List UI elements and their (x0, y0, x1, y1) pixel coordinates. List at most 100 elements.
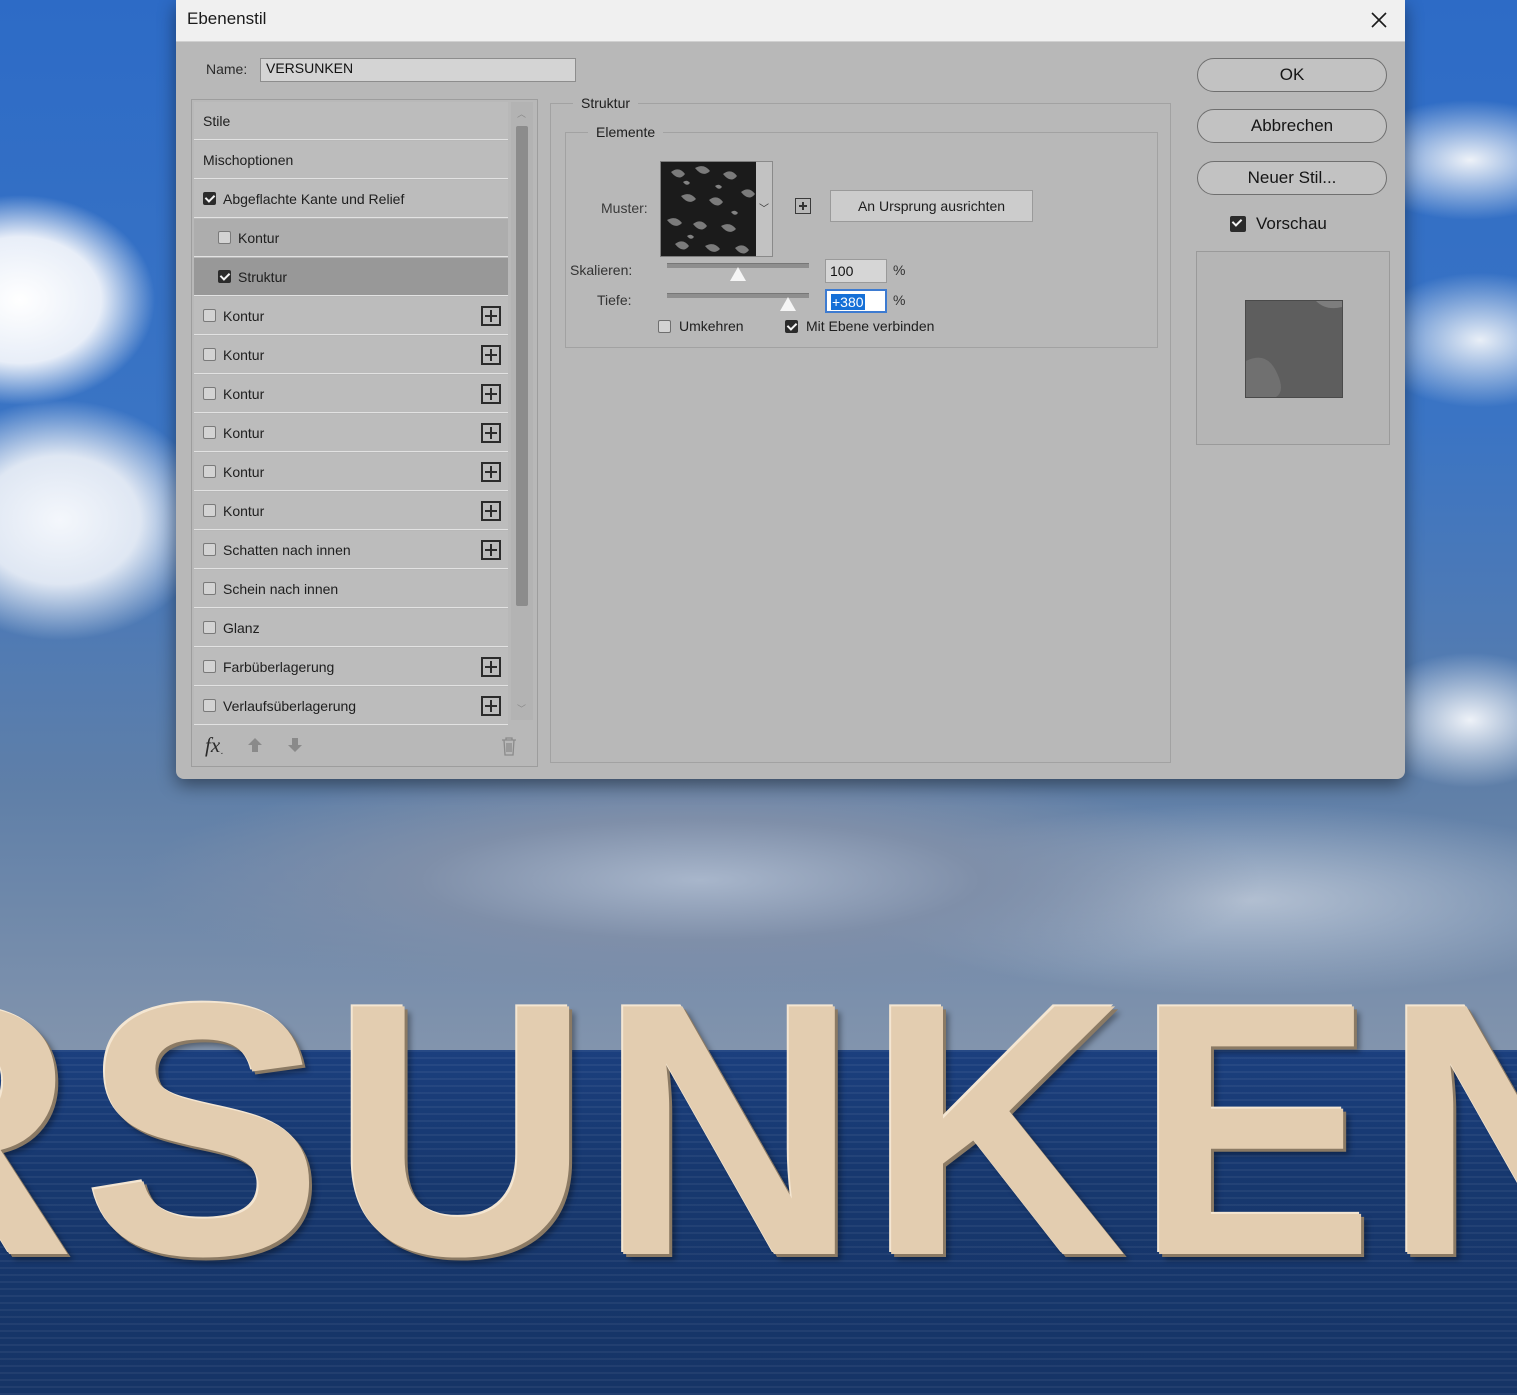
preview-checkbox[interactable] (1230, 216, 1246, 232)
add-style-icon[interactable] (481, 462, 501, 482)
style-item-label: Schein nach innen (223, 581, 339, 597)
layer-style-dialog: Ebenenstil Name: VERSUNKEN Stile Mischopt… (176, 0, 1405, 779)
style-item-label: Stile (203, 113, 231, 129)
style-checkbox[interactable] (203, 387, 216, 400)
style-preview (1196, 251, 1390, 445)
add-style-icon[interactable] (481, 306, 501, 326)
style-item[interactable]: Farbüberlagerung (194, 648, 508, 686)
new-style-button[interactable]: Neuer Stil... (1197, 161, 1387, 195)
style-checkbox[interactable] (203, 660, 216, 673)
fx-menu-button[interactable]: fx˯ (205, 733, 224, 758)
chevron-down-icon: ﹀ (759, 204, 769, 215)
style-item-label: Kontur (223, 347, 265, 363)
style-item-label: Struktur (238, 269, 288, 285)
fx-label: fx (205, 733, 221, 757)
close-icon[interactable] (1365, 6, 1393, 34)
add-style-icon[interactable] (481, 423, 501, 443)
fx-dropdown-icon: ˯ (220, 744, 224, 755)
pattern-dropdown[interactable]: ﹀ (756, 161, 773, 257)
add-style-icon[interactable] (481, 345, 501, 365)
style-item-label: Kontur (223, 503, 265, 519)
new-preset-button[interactable] (795, 198, 811, 214)
style-item[interactable]: Abgeflachte Kante und Relief (194, 180, 508, 218)
style-checkbox[interactable] (203, 699, 216, 712)
style-checkbox[interactable] (218, 270, 231, 283)
dialog-titlebar: Ebenenstil (176, 0, 1405, 42)
link-with-layer-checkbox[interactable] (785, 320, 798, 333)
pattern-texture-icon (661, 162, 757, 256)
depth-percent: % (893, 292, 906, 308)
cancel-button[interactable]: Abbrechen (1197, 109, 1387, 143)
style-item[interactable]: Kontur (194, 492, 508, 530)
add-style-icon[interactable] (481, 696, 501, 716)
style-item[interactable]: Kontur (194, 297, 508, 335)
add-style-icon[interactable] (481, 540, 501, 560)
name-input[interactable]: VERSUNKEN (260, 58, 576, 82)
style-item-label: Glanz (223, 620, 260, 636)
style-checkbox[interactable] (218, 231, 231, 244)
style-checkbox[interactable] (203, 309, 216, 322)
style-item-label: Kontur (223, 425, 265, 441)
style-item-label: Abgeflachte Kante und Relief (223, 191, 405, 207)
scale-input[interactable]: 100 (825, 259, 887, 283)
style-item-label: Kontur (238, 230, 280, 246)
style-item[interactable]: Verlaufsüberlagerung (194, 687, 508, 725)
add-style-icon[interactable] (481, 657, 501, 677)
style-item-label: Verlaufsüberlagerung (223, 698, 357, 714)
style-item[interactable]: Stile (194, 102, 508, 140)
style-checkbox[interactable] (203, 426, 216, 439)
style-item[interactable]: Schein nach innen (194, 570, 508, 608)
snap-to-origin-button[interactable]: An Ursprung ausrichten (830, 190, 1033, 222)
style-item[interactable]: Kontur (194, 219, 508, 257)
depth-label: Tiefe: (597, 292, 632, 308)
arrow-down-icon[interactable] (286, 736, 304, 754)
style-item[interactable]: Kontur (194, 414, 508, 452)
style-checkbox[interactable] (203, 465, 216, 478)
scroll-up-icon[interactable]: ︿ (517, 107, 526, 120)
pattern-label: Muster: (601, 200, 648, 216)
dialog-title: Ebenenstil (187, 9, 267, 28)
scroll-thumb[interactable] (516, 126, 528, 606)
style-item[interactable]: Struktur (194, 258, 508, 296)
invert-checkbox[interactable] (658, 320, 671, 333)
style-item[interactable]: Schatten nach innen (194, 531, 508, 569)
add-style-icon[interactable] (481, 501, 501, 521)
link-with-layer-label: Mit Ebene verbinden (806, 318, 935, 334)
style-item[interactable]: Mischoptionen (194, 141, 508, 179)
depth-value: +380 (831, 294, 865, 310)
scroll-down-icon[interactable]: ﹀ (517, 702, 526, 715)
styles-scrollbar[interactable]: ︿ ﹀ (511, 102, 533, 720)
name-label: Name: (206, 61, 248, 77)
background-title-text: RSUNKEN (0, 929, 1517, 1331)
arrow-up-icon[interactable] (246, 736, 264, 754)
trash-icon[interactable] (500, 736, 518, 756)
structure-title: Struktur (573, 95, 639, 111)
style-item-label: Farbüberlagerung (223, 659, 335, 675)
style-checkbox[interactable] (203, 504, 216, 517)
style-item[interactable]: Glanz (194, 609, 508, 647)
depth-input[interactable]: +380 (825, 289, 887, 313)
style-item-label: Kontur (223, 464, 265, 480)
style-checkbox[interactable] (203, 348, 216, 361)
style-item[interactable]: Kontur (194, 336, 508, 374)
style-checkbox[interactable] (203, 543, 216, 556)
style-item[interactable]: Kontur (194, 375, 508, 413)
scale-percent: % (893, 262, 906, 278)
style-checkbox[interactable] (203, 192, 216, 205)
style-item[interactable]: Kontur (194, 453, 508, 491)
depth-slider-handle[interactable] (779, 297, 796, 311)
elements-group: Elemente (565, 124, 1158, 348)
pattern-swatch[interactable] (660, 161, 758, 257)
scale-label: Skalieren: (570, 262, 633, 278)
style-checkbox[interactable] (203, 582, 216, 595)
style-checkbox[interactable] (203, 621, 216, 634)
style-item-label: Kontur (223, 386, 265, 402)
add-style-icon[interactable] (481, 384, 501, 404)
style-item-label: Schatten nach innen (223, 542, 351, 558)
invert-label: Umkehren (679, 318, 744, 334)
style-item-label: Kontur (223, 308, 265, 324)
style-item-label: Mischoptionen (203, 152, 294, 168)
ok-button[interactable]: OK (1197, 58, 1387, 92)
elements-title: Elemente (588, 124, 664, 140)
scale-slider-handle[interactable] (730, 267, 746, 281)
